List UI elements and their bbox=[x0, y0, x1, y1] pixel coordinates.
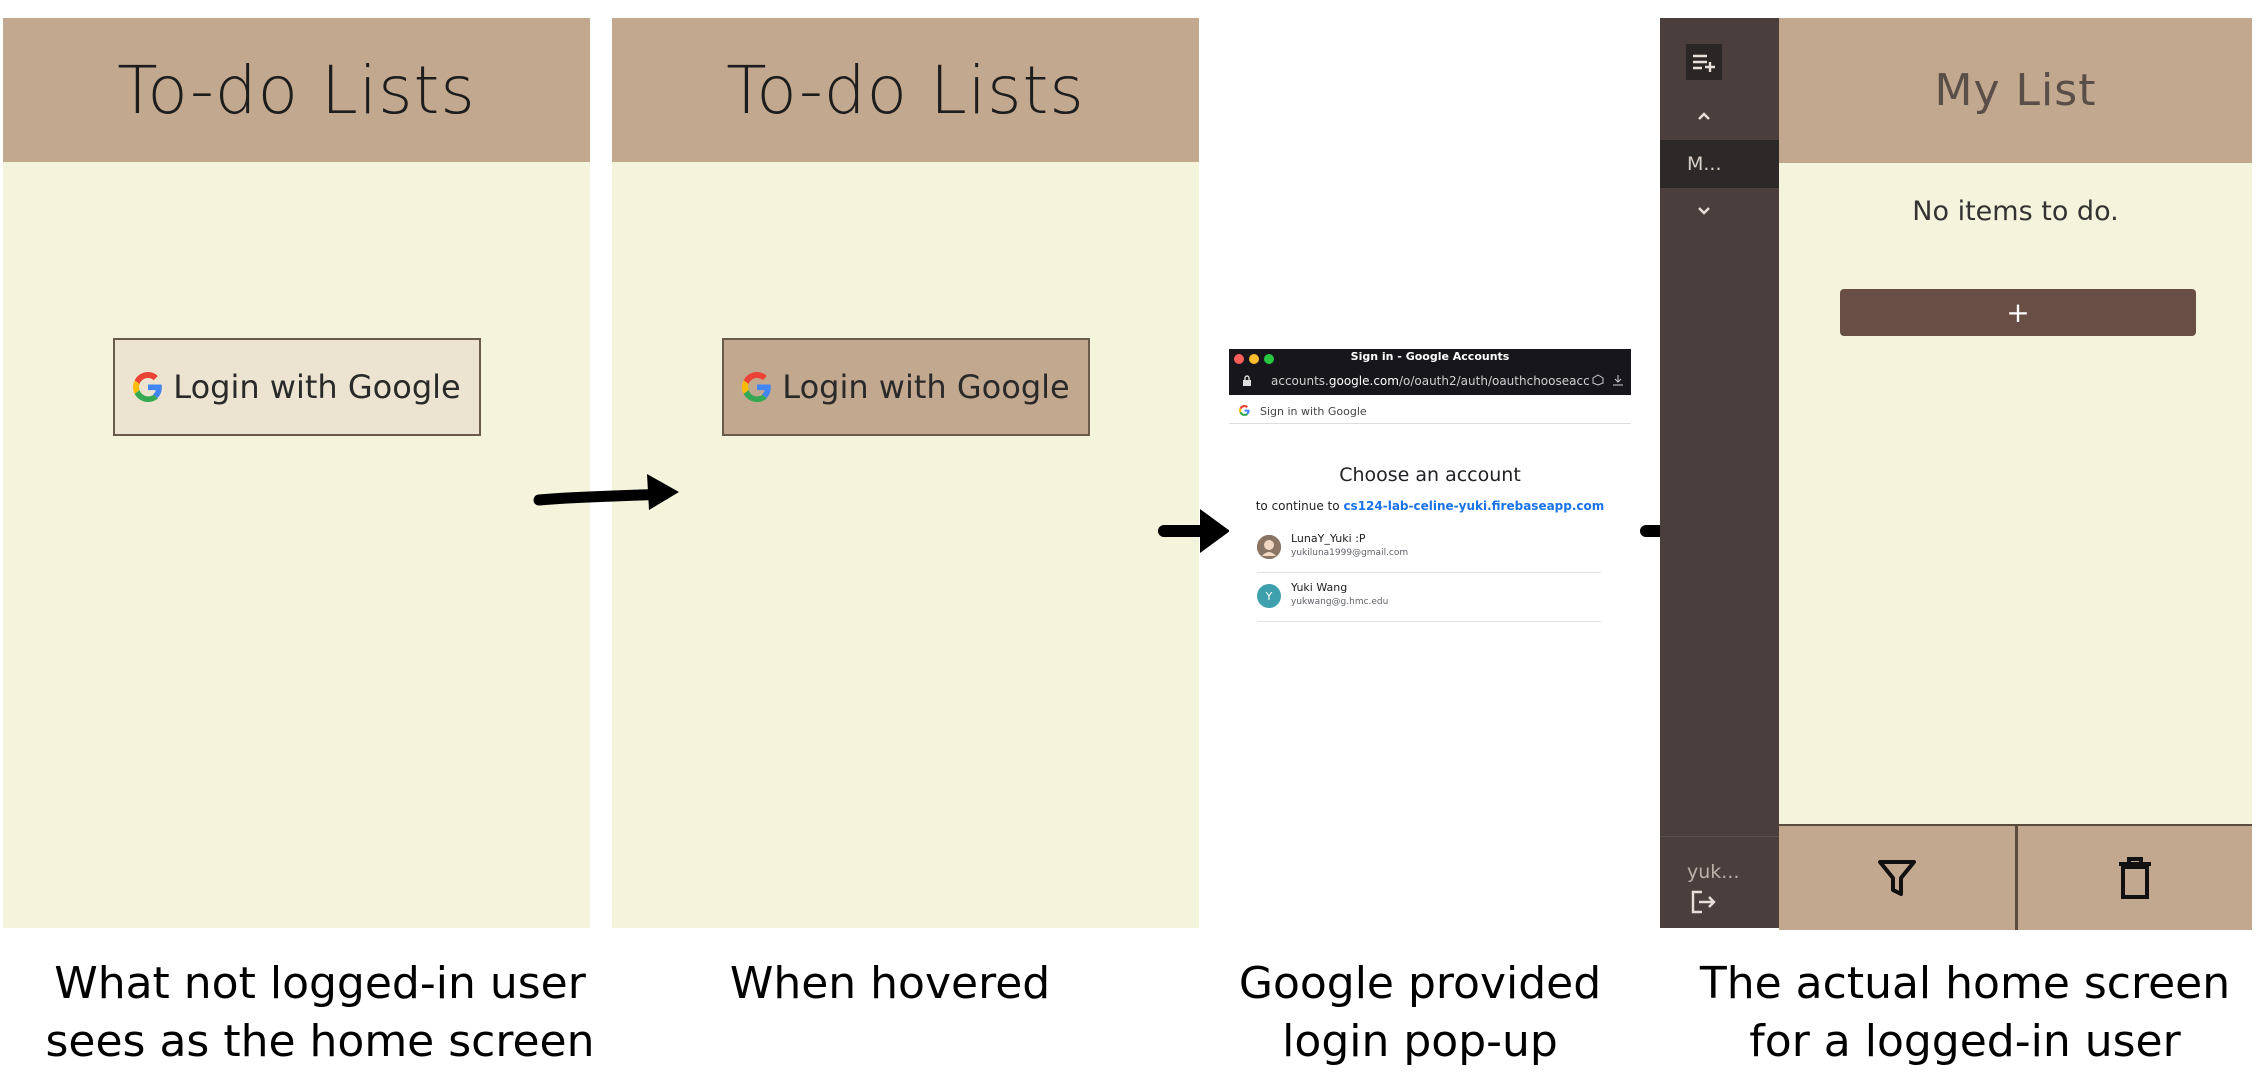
app-title: To-do Lists bbox=[726, 51, 1085, 129]
google-login-popup: Sign in - Google Accounts accounts.googl… bbox=[1229, 349, 1631, 639]
continue-to-label: to continue to bbox=[1255, 499, 1340, 513]
caption-line: login pop-up bbox=[1282, 1016, 1558, 1067]
trash-icon bbox=[2119, 857, 2151, 899]
add-item-button[interactable]: + bbox=[1840, 289, 2196, 336]
account-option[interactable]: Y Yuki Wang yukwang@g.hmc.edu bbox=[1257, 575, 1601, 622]
google-icon bbox=[133, 372, 163, 402]
account-name: LunaY_Yuki :P bbox=[1291, 532, 1366, 545]
filter-button[interactable] bbox=[1779, 826, 2015, 930]
continue-to-text: to continue to cs124-lab-celine-yuki.fir… bbox=[1229, 499, 1631, 513]
extension-icon[interactable] bbox=[1592, 374, 1604, 386]
user-photo-icon bbox=[1257, 535, 1281, 559]
account-name: Yuki Wang bbox=[1291, 581, 1348, 594]
sidebar-footer: yuk... bbox=[1660, 836, 1779, 929]
login-label: Login with Google bbox=[782, 368, 1070, 406]
caption-line: When hovered bbox=[729, 958, 1051, 1009]
account-email: yukiluna1999@gmail.com bbox=[1291, 548, 1409, 558]
avatar bbox=[1257, 535, 1281, 559]
caption-hovered: When hovered bbox=[640, 955, 1140, 1013]
popup-title: Sign in - Google Accounts bbox=[1350, 350, 1510, 363]
account-email: yukwang@g.hmc.edu bbox=[1291, 597, 1389, 607]
caption-line: for a logged-in user bbox=[1749, 1016, 2181, 1067]
flow-arrow-1 bbox=[533, 474, 679, 510]
address-bar[interactable]: accounts.google.com/o/oauth2/auth/oauthc… bbox=[1271, 374, 1590, 388]
sidebar-list-item-selected[interactable]: M... bbox=[1660, 140, 1779, 188]
app-title: To-do Lists bbox=[117, 51, 476, 129]
chevron-up-icon bbox=[1698, 112, 1710, 120]
sign-in-with-google-label: Sign in with Google bbox=[1260, 405, 1367, 418]
login-with-google-button[interactable]: Login with Google bbox=[113, 338, 481, 436]
caption-line: sees as the home screen bbox=[45, 1016, 595, 1067]
caption-logged-in: The actual home screen for a logged-in u… bbox=[1680, 955, 2250, 1071]
add-list-button[interactable] bbox=[1686, 44, 1722, 80]
login-with-google-button-hovered[interactable]: Login with Google bbox=[722, 338, 1090, 436]
sidebar: M... yuk... bbox=[1660, 18, 1779, 928]
home-screen-logged-in: M... yuk... My List No items to do. + bbox=[1660, 18, 2252, 930]
scroll-down-button[interactable] bbox=[1686, 193, 1722, 229]
bottom-toolbar bbox=[1779, 824, 2252, 930]
chevron-down-icon bbox=[1698, 207, 1710, 215]
logout-icon[interactable] bbox=[1690, 889, 1718, 915]
user-name: yuk... bbox=[1687, 861, 1740, 883]
url-prefix: accounts. bbox=[1271, 374, 1329, 388]
google-icon bbox=[1239, 405, 1250, 416]
login-label: Login with Google bbox=[173, 368, 461, 406]
caption-line: Google provided bbox=[1238, 958, 1602, 1009]
caption-line: What not logged-in user bbox=[54, 958, 586, 1009]
download-icon[interactable] bbox=[1612, 374, 1624, 386]
url-path: /o/oauth2/auth/oauthchooseacc bbox=[1398, 374, 1590, 388]
choose-account-heading: Choose an account bbox=[1339, 464, 1521, 486]
caption-popup: Google provided login pop-up bbox=[1180, 955, 1660, 1071]
url-domain: google.com bbox=[1328, 374, 1399, 388]
caption-logged-out: What not logged-in user sees as the home… bbox=[10, 955, 630, 1071]
delete-button[interactable] bbox=[2018, 826, 2252, 930]
playlist-add-icon bbox=[1693, 54, 1715, 72]
app-header: To-do Lists bbox=[3, 18, 590, 162]
empty-list-message: No items to do. bbox=[1912, 196, 2119, 227]
google-icon bbox=[742, 372, 772, 402]
home-screen-logged-out: To-do Lists Login with Google bbox=[3, 18, 590, 928]
filter-icon bbox=[1878, 860, 1916, 896]
avatar: Y bbox=[1257, 584, 1281, 608]
flow-arrow-2 bbox=[1158, 509, 1230, 553]
sign-in-with-google-bar: Sign in with Google bbox=[1229, 401, 1631, 424]
account-option[interactable]: LunaY_Yuki :P yukiluna1999@gmail.com bbox=[1257, 526, 1601, 573]
scroll-up-button[interactable] bbox=[1686, 98, 1722, 134]
home-screen-hovered: To-do Lists Login with Google bbox=[612, 18, 1199, 928]
popup-titlebar: Sign in - Google Accounts accounts.googl… bbox=[1229, 349, 1631, 395]
list-title[interactable]: My List bbox=[1935, 65, 2097, 116]
caption-line: The actual home screen bbox=[1699, 958, 2231, 1009]
lock-icon bbox=[1243, 375, 1251, 386]
app-header: To-do Lists bbox=[612, 18, 1199, 162]
app-domain-link[interactable]: cs124-lab-celine-yuki.firebaseapp.com bbox=[1343, 499, 1604, 513]
list-header: My List bbox=[1779, 18, 2252, 163]
